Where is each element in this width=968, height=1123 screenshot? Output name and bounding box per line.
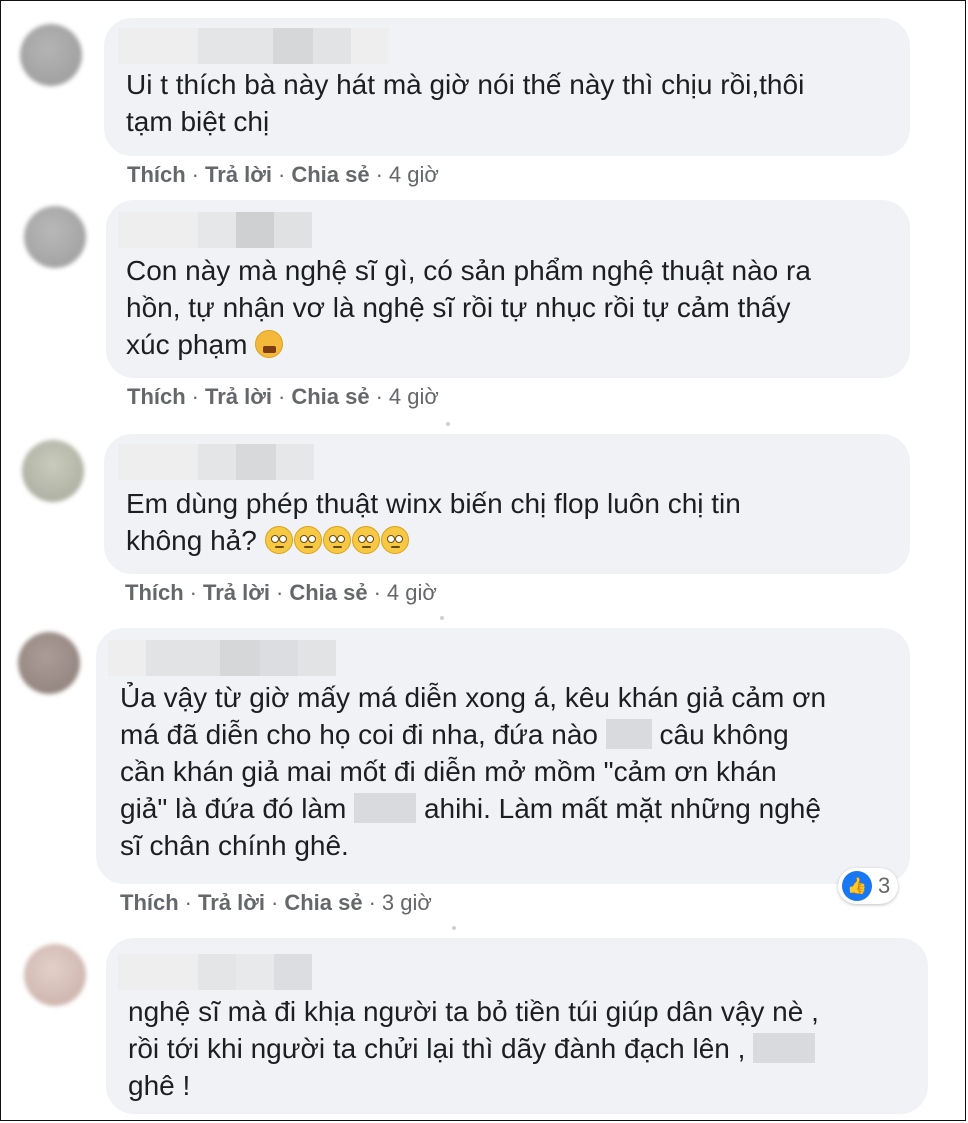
eye-roll-emoji-icon bbox=[322, 526, 351, 554]
censored-word bbox=[354, 793, 417, 823]
share-link[interactable]: Chia sẻ bbox=[284, 890, 362, 915]
avatar[interactable] bbox=[24, 206, 86, 268]
comment-actions: Thích · Trả lời · Chia sẻ · 4 giờ bbox=[125, 580, 437, 605]
commenter-name-censored[interactable] bbox=[108, 640, 336, 676]
avatar[interactable] bbox=[24, 944, 86, 1006]
tired-face-emoji-icon bbox=[255, 330, 284, 358]
like-link[interactable]: Thích bbox=[125, 580, 184, 605]
like-link[interactable]: Thích bbox=[120, 890, 179, 915]
comment-actions: Thích · Trả lời · Chia sẻ · 4 giờ bbox=[127, 384, 439, 409]
timestamp[interactable]: 3 giờ bbox=[382, 890, 432, 915]
avatar[interactable] bbox=[18, 632, 80, 694]
timestamp[interactable]: 4 giờ bbox=[387, 580, 437, 605]
comment-text: Em dùng phép thuật winx biến chị flop lu… bbox=[126, 488, 741, 556]
commenter-name-censored[interactable] bbox=[118, 28, 389, 64]
censored-word bbox=[753, 1033, 816, 1063]
share-link[interactable]: Chia sẻ bbox=[291, 162, 369, 187]
eye-roll-emoji-icon bbox=[351, 526, 380, 554]
timestamp[interactable]: 4 giờ bbox=[389, 384, 439, 409]
eye-roll-emoji-icon bbox=[380, 526, 409, 554]
like-link[interactable]: Thích bbox=[127, 384, 186, 409]
avatar[interactable] bbox=[22, 440, 84, 502]
divider-dot bbox=[446, 422, 450, 426]
comment-text: Ủa vậy từ giờ mấy má diễn xong á, kêu kh… bbox=[120, 682, 827, 861]
avatar[interactable] bbox=[20, 24, 82, 86]
comment-text: Con này mà nghệ sĩ gì, có sản phẩm nghệ … bbox=[126, 255, 811, 360]
reply-link[interactable]: Trả lời bbox=[198, 890, 265, 915]
reaction-summary[interactable]: 👍 3 bbox=[838, 868, 899, 904]
commenter-name-censored[interactable] bbox=[118, 212, 312, 248]
share-link[interactable]: Chia sẻ bbox=[291, 384, 369, 409]
divider-dot bbox=[440, 616, 444, 620]
timestamp[interactable]: 4 giờ bbox=[389, 162, 439, 187]
reply-link[interactable]: Trả lời bbox=[203, 580, 270, 605]
comment-text: nghệ sĩ mà đi khịa người ta bỏ tiền túi … bbox=[128, 996, 819, 1101]
share-link[interactable]: Chia sẻ bbox=[289, 580, 367, 605]
comment-actions: Thích · Trả lời · Chia sẻ · 3 giờ bbox=[120, 890, 432, 915]
eye-roll-emoji-icon bbox=[264, 526, 293, 554]
commenter-name-censored[interactable] bbox=[118, 954, 312, 990]
thumbs-up-icon: 👍 bbox=[842, 871, 872, 901]
comment-actions: Thích · Trả lời · Chia sẻ · 4 giờ bbox=[127, 162, 439, 187]
reply-link[interactable]: Trả lời bbox=[205, 162, 272, 187]
divider-dot bbox=[452, 926, 456, 930]
like-link[interactable]: Thích bbox=[127, 162, 186, 187]
commenter-name-censored[interactable] bbox=[118, 444, 314, 480]
reply-link[interactable]: Trả lời bbox=[205, 384, 272, 409]
eye-roll-emoji-icon bbox=[293, 526, 322, 554]
reaction-count: 3 bbox=[878, 873, 891, 898]
comment-text: Ui t thích bà này hát mà giờ nói thế này… bbox=[126, 69, 805, 137]
censored-word bbox=[605, 719, 652, 749]
